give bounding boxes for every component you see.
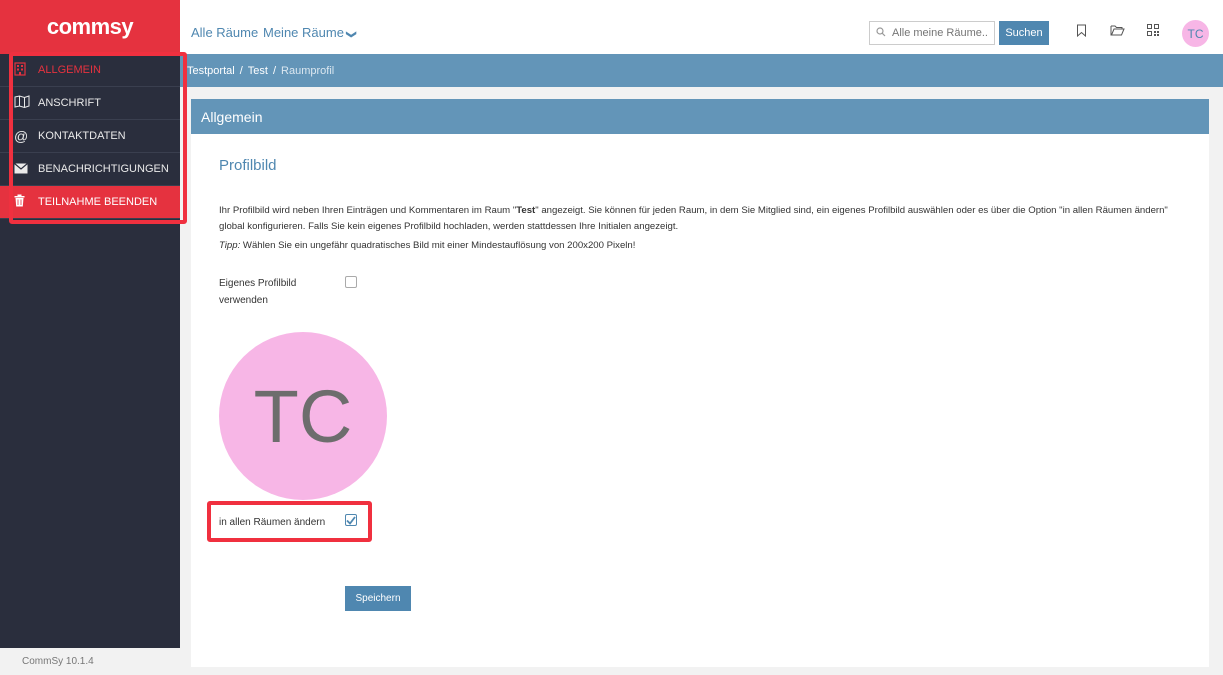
sidebar-item-label: BENACHRICHTIGUNGEN (38, 163, 169, 175)
qr-code-icon[interactable] (1147, 24, 1159, 39)
nav-my-rooms-label: Meine Räume (263, 25, 344, 40)
sidebar-item-anschrift[interactable]: ANSCHRIFT (0, 87, 180, 120)
breadcrumb-room-link[interactable]: Test (248, 65, 268, 77)
change-all-rooms-label: in allen Räumen ändern (219, 517, 326, 528)
main-panel: Allgemein Profilbild Ihr Profilbild wird… (191, 99, 1209, 667)
sidebar-item-label: KONTAKTDATEN (38, 130, 126, 142)
tip-text: Tipp: Wählen Sie ein ungefähr quadratisc… (219, 240, 635, 251)
folder-icon[interactable] (1110, 24, 1125, 39)
sidebar-item-label: ALLGEMEIN (38, 64, 101, 76)
nav-all-rooms-link[interactable]: Alle Räume (191, 25, 258, 40)
sidebar-item-kontaktdaten[interactable]: @ KONTAKTDATEN (0, 120, 180, 153)
breadcrumb-separator: / (239, 64, 243, 77)
sidebar-item-allgemein[interactable]: ALLGEMEIN (0, 54, 180, 87)
sidebar-item-label: TEILNAHME BEENDEN (38, 196, 158, 208)
sidebar-item-teilnahme-beenden[interactable]: TEILNAHME BEENDEN (0, 186, 180, 219)
search-box (869, 21, 995, 45)
save-button[interactable]: Speichern (345, 586, 411, 611)
breadcrumb-separator: / (272, 64, 277, 77)
commsy-logo[interactable]: commsy (0, 0, 180, 54)
search-input[interactable] (892, 27, 988, 39)
own-picture-label: Eigenes Profilbild verwenden (219, 278, 297, 306)
change-all-rooms-checkbox[interactable] (345, 514, 357, 526)
nav-my-rooms-dropdown[interactable]: Meine Räume ❯ (263, 25, 357, 40)
user-avatar[interactable]: TC (1182, 20, 1209, 47)
version-label: CommSy 10.1.4 (0, 648, 180, 675)
search-button[interactable]: Suchen (999, 21, 1049, 45)
panel-header: Allgemein (191, 99, 1209, 134)
description-part1: Ihr Profilbild wird neben Ihren Einträge… (219, 205, 517, 216)
envelope-icon (14, 161, 38, 177)
sidebar-item-label: ANSCHRIFT (38, 97, 101, 109)
breadcrumb-portal-link[interactable]: Testportal (187, 65, 235, 77)
bookmark-icon[interactable] (1076, 24, 1087, 40)
section-title: Profilbild (219, 157, 277, 174)
top-bar: commsy Alle Räume Meine Räume❯ Suchen TC (0, 0, 1223, 54)
breadcrumb-current: Raumprofil (281, 64, 335, 77)
checkmark-icon (346, 515, 356, 525)
own-picture-checkbox[interactable] (345, 276, 357, 288)
sidebar: ALLGEMEIN ANSCHRIFT @ KONTAKTDATEN BENAC… (0, 54, 180, 648)
profile-picture-avatar: TC (219, 332, 387, 500)
description-room: Test (516, 205, 536, 216)
building-icon (14, 61, 38, 79)
tip-label: Tipp: (219, 240, 241, 251)
breadcrumb: Testportal / Test / Raumprofil (180, 54, 1223, 87)
search-icon (876, 26, 886, 40)
map-icon (14, 95, 38, 111)
trash-icon (14, 194, 38, 210)
sidebar-item-benachrichtigungen[interactable]: BENACHRICHTIGUNGEN (0, 153, 180, 186)
at-icon: @ (14, 128, 29, 144)
chevron-down-icon: ❯ (345, 30, 357, 39)
logo-text: commsy (46, 14, 134, 39)
tip-body: Wählen Sie ein ungefähr quadratisches Bi… (240, 240, 636, 251)
description-text: Ihr Profilbild wird neben Ihren Einträge… (219, 203, 1194, 235)
